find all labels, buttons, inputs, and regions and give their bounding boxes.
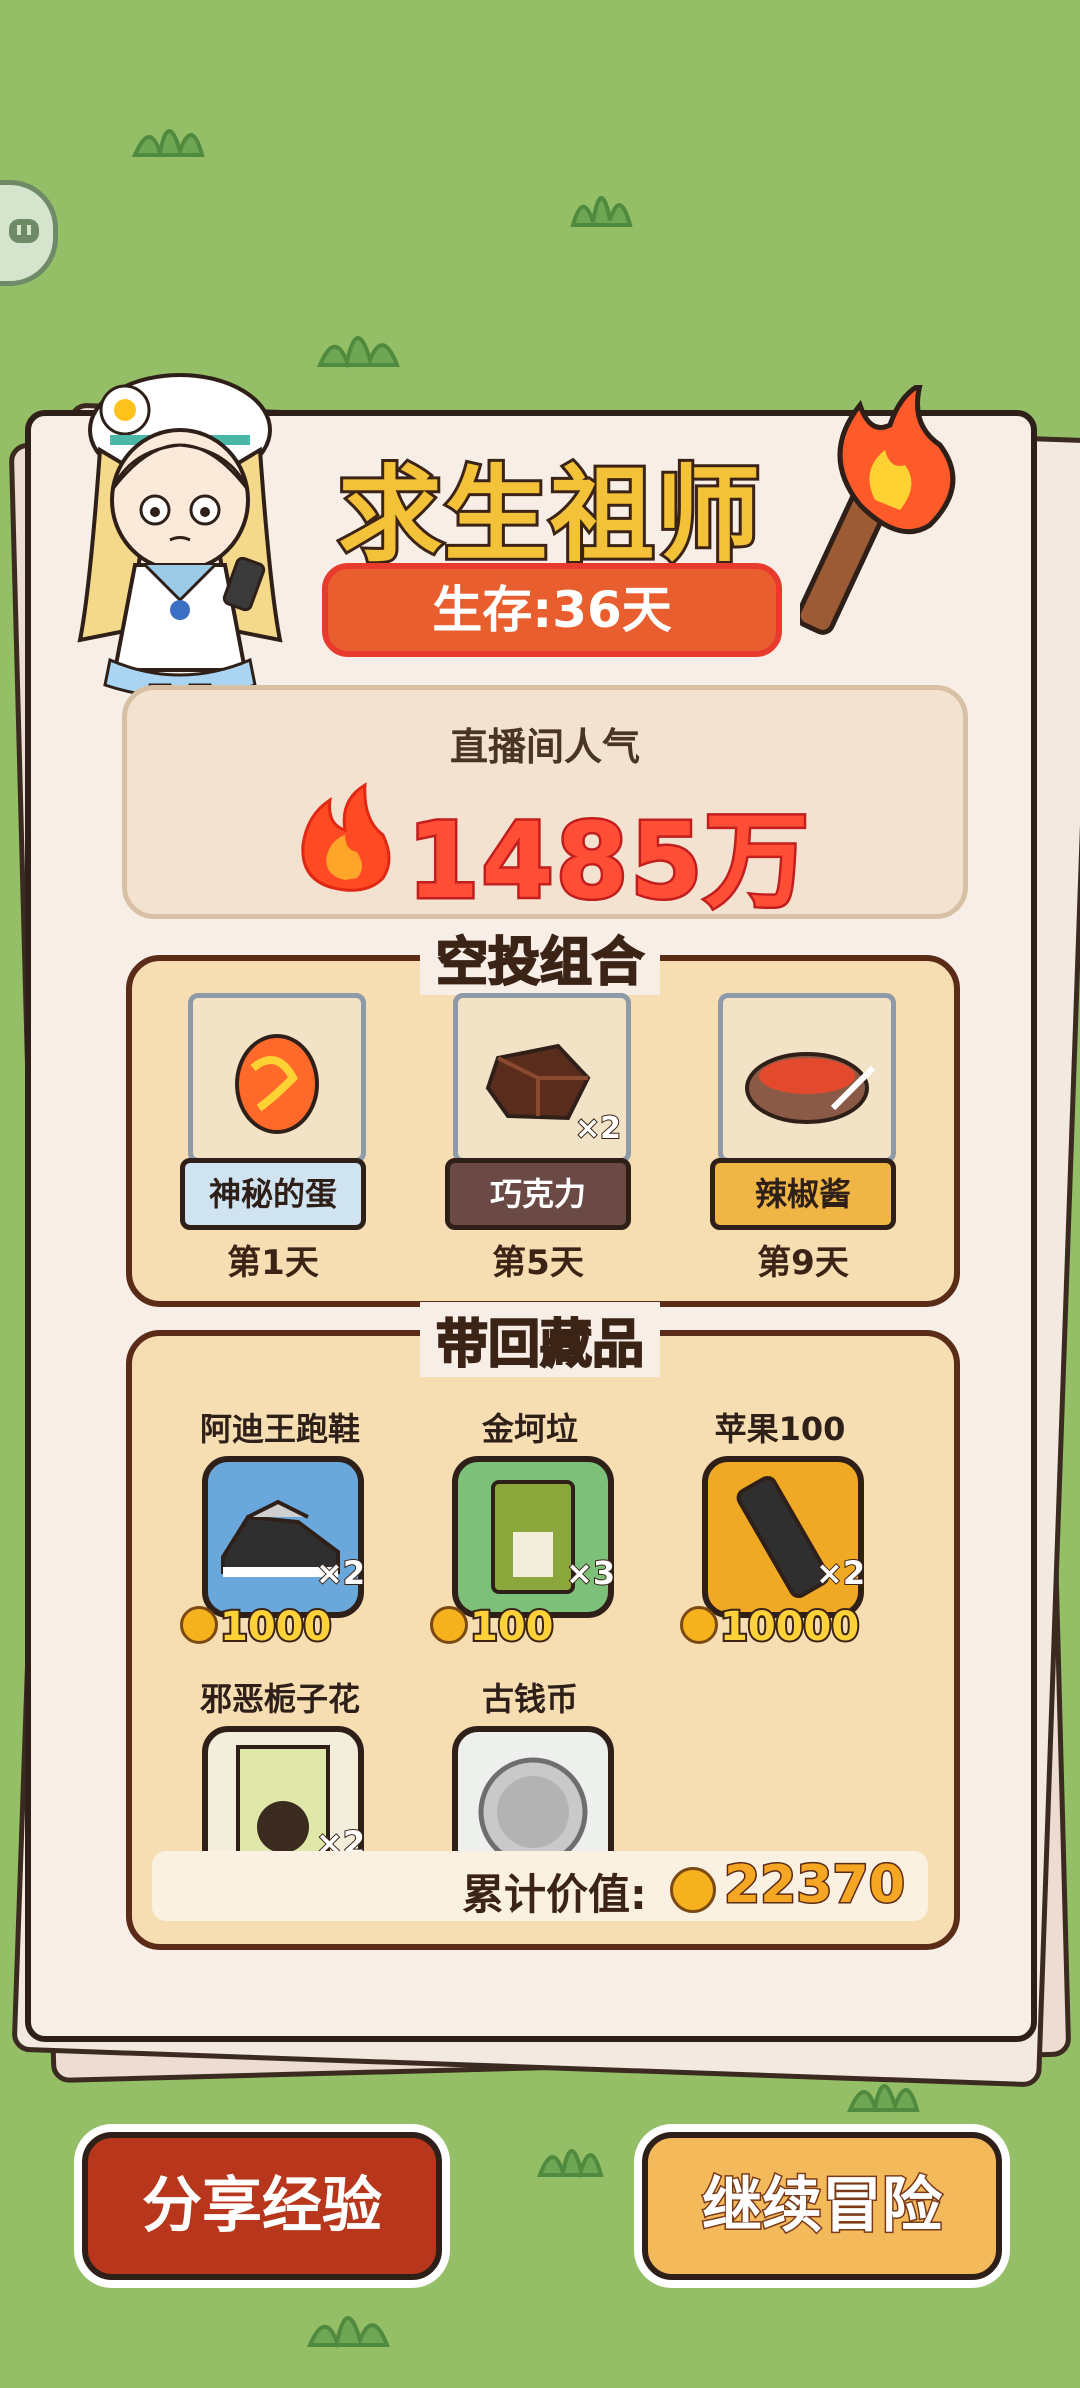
item-name: 阿迪王跑鞋 <box>199 1410 360 1448</box>
item-name: 苹果100 <box>714 1410 846 1448</box>
item-price: 1000 <box>180 1602 333 1652</box>
item-name: 邪恶栀子花 <box>199 1680 360 1718</box>
torch-icon <box>800 385 956 635</box>
character-illustration <box>77 373 283 732</box>
item-day: 第9天 <box>757 1243 849 1283</box>
grass-decoration <box>306 2316 390 2350</box>
item-frame <box>188 993 366 1163</box>
chat-icon <box>9 219 39 243</box>
item-name-tag: 巧克力 <box>445 1158 631 1230</box>
coin-icon <box>430 1606 468 1644</box>
item-name-tag: 神秘的蛋 <box>180 1158 366 1230</box>
chat-bubble-button[interactable] <box>0 180 58 286</box>
popularity-value: 1485万 <box>404 798 811 925</box>
item-quantity: ×2 <box>574 1110 622 1147</box>
item-name-tag: 辣椒酱 <box>710 1158 896 1230</box>
item-price: 10000 <box>680 1602 861 1652</box>
item-card <box>452 1456 614 1618</box>
coin-icon <box>670 1867 716 1913</box>
mystery-egg-icon <box>235 1034 319 1134</box>
days-survived-badge: 生存:36天 <box>322 563 782 657</box>
coin-icon <box>680 1606 718 1644</box>
continue-button[interactable]: 继续冒险 <box>642 2132 1002 2280</box>
item-day: 第5天 <box>492 1243 584 1283</box>
grass-decoration <box>131 129 205 158</box>
total-value-bar: 累计价值: 22370 <box>152 1851 928 1921</box>
item-card <box>702 1456 864 1618</box>
item-quantity: ×2 <box>815 1553 866 1593</box>
popularity-panel: 直播间人气 1485万 <box>122 685 968 925</box>
grass-decoration <box>316 336 400 370</box>
item-name: 金坷垃 <box>481 1410 578 1448</box>
item-quantity: ×3 <box>565 1553 616 1593</box>
share-button[interactable]: 分享经验 <box>82 2132 442 2280</box>
page-title: 求生祖师 <box>335 451 763 579</box>
item-card <box>202 1456 364 1618</box>
total-label: 累计价值: <box>462 1870 647 1919</box>
collection-title: 带回藏品 <box>420 1302 661 1377</box>
popularity-label: 直播间人气 <box>449 725 640 769</box>
grass-decoration <box>537 2149 604 2179</box>
grass-decoration <box>570 196 633 227</box>
airdrop-title: 空投组合 <box>420 920 661 995</box>
total-value: 22370 <box>723 1854 907 1917</box>
chili-sauce-icon <box>745 1052 876 1124</box>
item-day: 第1天 <box>227 1243 319 1283</box>
coin-icon <box>180 1606 218 1644</box>
item-quantity: ×2 <box>315 1553 366 1593</box>
fire-icon <box>301 782 391 892</box>
item-price: 100 <box>430 1602 555 1652</box>
item-name: 古钱币 <box>481 1680 578 1718</box>
item-frame <box>718 993 896 1163</box>
